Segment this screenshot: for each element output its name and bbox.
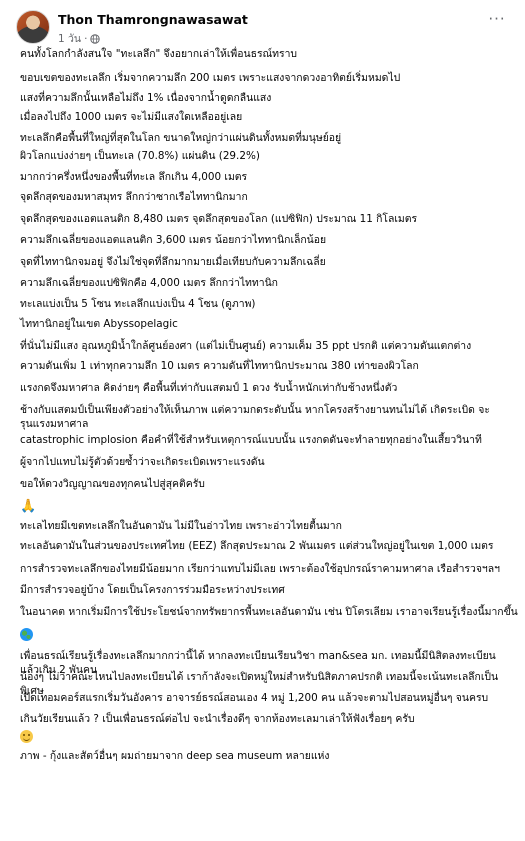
post-paragraph: แรงกดจึงมหาศาล คิดง่ายๆ คือพื้นที่เท่ากั… — [20, 382, 398, 394]
post-paragraph: ทะเลลึกคือพื้นที่ใหญ่ที่สุดในโลก ขนาดใหญ… — [20, 132, 342, 144]
post-paragraph: จุดที่ไททานิกจมอยู่ จึงไม่ใช่จุดที่ลึกมา… — [20, 256, 326, 268]
smile-icon — [20, 730, 33, 743]
post-paragraph: จุดลึกสุดของแอตแลนติก 8,480 เมตร จุดลึกส… — [20, 213, 418, 225]
post-paragraph: ที่นั่นไม่มีแสง อุณหภูมิน้ำใกล้ศูนย์องศา… — [20, 340, 472, 352]
more-options-icon[interactable]: ··· — [485, 12, 509, 32]
smile-emoji — [20, 730, 512, 748]
pray-emoji: 🙏 — [20, 500, 512, 515]
globe-icon — [90, 33, 101, 44]
facebook-post: Thon Thamrongnawasawat 1 วัน · ··· คนทั้… — [0, 0, 525, 841]
post-paragraph: เปิดเทอมคอร์สแรกเริ่มวันอังคาร อาจารย์ธร… — [20, 692, 489, 704]
post-paragraph: ช้างกับแสตมป์เป็นเพียงตัวอย่างให้เห็นภาพ… — [20, 404, 490, 430]
post-time[interactable]: 1 วัน — [58, 30, 81, 47]
post-paragraph: เมื่อลงไปถึง 1000 เมตร จะไม่มีแสงใดเหลือ… — [20, 111, 243, 123]
pray-icon: 🙏 — [20, 499, 37, 514]
post-paragraph: ทะเลอันดามันในส่วนของประเทศไทย (EEZ) ลึก… — [20, 540, 494, 552]
post-paragraph: คนทั้งโลกกำลังสนใจ "ทะเลลึก" จึงอยากเล่า… — [20, 48, 298, 60]
post-meta: 1 วัน · — [58, 30, 101, 47]
post-paragraph: แสงที่ความลึกนั้นเหลือไม่ถึง 1% เนื่องจา… — [20, 92, 272, 104]
post-header: Thon Thamrongnawasawat 1 วัน · ··· — [0, 0, 525, 52]
post-paragraph: ผิวโลกแบ่งง่ายๆ เป็นทะเล (70.8%) แผ่นดิน… — [20, 150, 260, 162]
author-avatar[interactable] — [16, 10, 50, 44]
post-paragraph: เกินวัยเรียนแล้ว ? เป็นเพื่อนธรณ์ต่อไป จ… — [20, 713, 415, 725]
earth-icon — [20, 628, 33, 641]
globe-emoji — [20, 628, 512, 646]
post-paragraph: ความลึกเฉลี่ยของแปซิฟิกคือ 4,000 เมตร ลึ… — [20, 277, 278, 289]
post-paragraph: ความดันเพิ่ม 1 เท่าทุกความลึก 10 เมตร คว… — [20, 360, 419, 372]
post-paragraph: ขอบเขตของทะเลลึก เริ่มจากความลึก 200 เมต… — [20, 72, 401, 84]
post-paragraph: ความลึกเฉลี่ยของแอตแลนติก 3,600 เมตร น้อ… — [20, 234, 327, 246]
post-paragraph: มีการสำรวจอยู่บ้าง โดยเป็นโครงการร่วมมือ… — [20, 584, 285, 596]
post-paragraph: ภาพ - กุ้งและสัตว์อื่นๆ ผมถ่ายมาจาก deep… — [20, 750, 330, 762]
author-name[interactable]: Thon Thamrongnawasawat — [58, 12, 248, 27]
post-paragraph: ทะเลไทยมีเขตทะเลลึกในอันดามัน ไม่มีในอ่า… — [20, 520, 342, 532]
post-paragraph: ขอให้ดวงวิญญาณของทุกคนไปสู่สุคติครับ — [20, 478, 205, 490]
post-paragraph: จุดลึกสุดของมหาสมุทร ลึกกว่าซากเรือไททาน… — [20, 191, 248, 203]
post-paragraph: มากกว่าครึ่งหนึ่งของพื้นที่ทะเล ลึกเกิน … — [20, 171, 248, 183]
post-paragraph: การสำรวจทะเลลึกของไทยมีน้อยมาก เรียกว่าแ… — [20, 563, 500, 575]
post-paragraph: catastrophic implosion คือคำที่ใช้สำหรับ… — [20, 434, 482, 446]
post-paragraph: ในอนาคต หากเริ่มมีการใช้ประโยชน์จากทรัพย… — [20, 606, 518, 618]
post-paragraph: ไททานิกอยู่ในเขต Abyssopelagic — [20, 318, 178, 330]
post-paragraph: ผู้จากไปแทบไม่รู้ตัวด้วยซ้ำว่าจะเกิดระเบ… — [20, 456, 265, 468]
post-paragraph: ทะเลแบ่งเป็น 5 โซน ทะเลลึกแบ่งเป็น 4 โซน… — [20, 298, 256, 310]
